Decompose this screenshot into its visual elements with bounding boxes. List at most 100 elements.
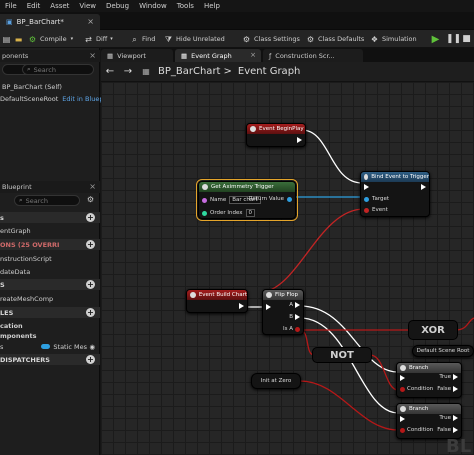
node-title: Default Scene Root (416, 348, 470, 354)
breadcrumb-blueprint[interactable]: BP_BarChart (158, 66, 220, 77)
order-index-pin[interactable]: Order Index 0 (202, 209, 256, 217)
branch-node-2[interactable]: Branch True False Condition (396, 403, 462, 439)
not-node[interactable]: NOT (312, 347, 372, 363)
add-dispatcher-button[interactable]: + (86, 355, 95, 364)
get-aximmetry-trigger-node[interactable]: Get Aximmetry Trigger Name Bar chart Orde… (196, 179, 298, 221)
close-icon[interactable]: × (87, 17, 94, 26)
is-a-pin[interactable]: Is A (283, 326, 300, 332)
event-pin[interactable]: Event (364, 207, 388, 213)
components-search-input[interactable]: ⌕ Search (22, 64, 94, 75)
menu-asset[interactable]: Asset (45, 2, 74, 10)
my-blueprint-search-input[interactable]: ⌕ Search (14, 195, 80, 206)
return-value-pin[interactable]: Return Value (249, 196, 292, 202)
compile-button[interactable]: ⚙ Compile ▾ (28, 33, 73, 45)
macros-category[interactable]: S + (0, 279, 100, 290)
component-self-item[interactable]: BP_BarChart (Self) (0, 81, 100, 92)
true-pin[interactable]: True (439, 415, 458, 421)
arrow-right-icon[interactable]: → (119, 66, 137, 77)
exec-in-pin[interactable] (364, 184, 369, 190)
graphs-category[interactable]: s + (0, 212, 100, 223)
true-pin[interactable]: True (439, 374, 458, 380)
play-button[interactable]: ▶ (431, 33, 443, 45)
init-at-zero-node[interactable]: Init at Zero (251, 373, 301, 389)
menu-window[interactable]: Window (134, 2, 172, 10)
menu-view[interactable]: View (74, 2, 101, 10)
macro-item-create-mesh[interactable]: reateMeshComp (0, 293, 100, 304)
menu-edit[interactable]: Edit (22, 2, 46, 10)
close-icon[interactable]: × (89, 51, 96, 60)
visibility-eye-icon[interactable]: ◉ (89, 343, 95, 351)
menu-debug[interactable]: Debug (101, 2, 134, 10)
variable-item-static-mesh[interactable]: s Static Mes ◉ (0, 341, 100, 352)
bind-event-to-trigger-node[interactable]: Bind Event to Trigger Target Event (360, 171, 430, 217)
branch-node-1[interactable]: Branch True False Condition (396, 362, 462, 398)
settings-icon[interactable]: ⚙ (87, 195, 94, 204)
target-pin[interactable]: Target (364, 196, 389, 202)
a-out-pin[interactable]: A (289, 302, 300, 308)
variables-category[interactable]: LES + (0, 307, 100, 318)
subcategory-label: mponents (0, 331, 37, 340)
node-title: Event Build Chart (198, 292, 247, 298)
dispatchers-category[interactable]: DISPATCHERS + (0, 354, 100, 365)
pin-label: Return Value (248, 196, 284, 202)
exec-out-pin[interactable] (239, 303, 244, 309)
event-build-chart-node[interactable]: Event Build Chart (186, 289, 248, 313)
add-variable-button[interactable]: + (86, 308, 95, 317)
order-index-field[interactable]: 0 (245, 209, 256, 217)
save-button[interactable]: ▤ (2, 33, 14, 45)
function-item-update-data[interactable]: dateData (0, 266, 100, 277)
tab-viewport[interactable]: ▦ Viewport (101, 49, 173, 62)
macro-icon (266, 292, 272, 298)
variable-name: s (0, 342, 4, 351)
document-tab-label: BP_BarChart* (16, 18, 64, 26)
node-title: Event BeginPlay (259, 126, 304, 132)
graph-item-event-graph[interactable]: entGraph (0, 225, 100, 236)
browse-button[interactable]: ▬ (14, 33, 26, 45)
condition-pin[interactable]: Condition (400, 386, 433, 392)
tab-construction-script[interactable]: ƒ Construction Scr... (263, 49, 363, 62)
class-defaults-button[interactable]: ⚙ Class Defaults (306, 33, 364, 45)
components-panel-header: ponents × (0, 50, 100, 62)
add-macro-button[interactable]: + (86, 280, 95, 289)
simulation-button[interactable]: ❖ Simulation (370, 33, 417, 45)
grid-icon[interactable]: ▦ (137, 67, 155, 76)
event-beginplay-node[interactable]: Event BeginPlay (246, 123, 306, 147)
false-pin[interactable]: False (437, 386, 458, 392)
close-icon[interactable]: × (250, 51, 256, 59)
document-tab-bp-barchart[interactable]: ▣ BP_BarChart* × (0, 14, 100, 30)
component-root-item[interactable]: DefaultSceneRoot Edit in Bluepri (0, 93, 108, 104)
class-settings-button[interactable]: ⚙ Class Settings (242, 33, 300, 45)
macro-item-label: reateMeshComp (0, 294, 54, 303)
variables-subcategory-components[interactable]: mponents (0, 330, 100, 341)
b-out-pin[interactable]: B (289, 314, 300, 320)
find-button[interactable]: ⌕ Find (130, 33, 155, 45)
flip-flop-node[interactable]: Flip Flop A B Is A (262, 289, 304, 335)
exec-in-pin[interactable] (400, 416, 405, 422)
xor-node[interactable]: XOR (408, 320, 458, 340)
diff-button[interactable]: ⇄ Diff ▾ (84, 33, 113, 45)
close-icon[interactable]: × (89, 182, 96, 191)
breadcrumb-graph[interactable]: Event Graph (238, 66, 301, 77)
add-graph-button[interactable]: + (86, 213, 95, 222)
pause-button[interactable]: ❚❚ (446, 33, 461, 45)
functions-category[interactable]: ONS (25 OVERRI + (0, 239, 100, 250)
menu-help[interactable]: Help (199, 2, 225, 10)
false-pin[interactable]: False (437, 427, 458, 433)
stop-button[interactable]: ■ (462, 33, 474, 45)
exec-in-pin[interactable] (400, 375, 405, 381)
node-header: Bind Event to Trigger (361, 172, 429, 182)
arrow-left-icon[interactable]: ← (101, 66, 119, 77)
exec-out-pin[interactable] (421, 184, 426, 190)
function-item-construction[interactable]: nstructionScript (0, 253, 100, 264)
add-function-button[interactable]: + (86, 240, 95, 249)
hide-unrelated-button[interactable]: ⧩ Hide Unrelated (164, 33, 225, 45)
menu-file[interactable]: File (0, 2, 22, 10)
exec-out-pin[interactable] (297, 137, 302, 143)
exec-in-pin[interactable] (266, 304, 271, 310)
default-scene-root-node[interactable]: Default Scene Root (412, 345, 474, 357)
condition-pin[interactable]: Condition (400, 427, 433, 433)
pin-label: Is A (283, 326, 293, 332)
simulation-label: Simulation (382, 35, 417, 43)
tab-event-graph[interactable]: ▦ Event Graph × (175, 49, 261, 62)
menu-tools[interactable]: Tools (172, 2, 199, 10)
